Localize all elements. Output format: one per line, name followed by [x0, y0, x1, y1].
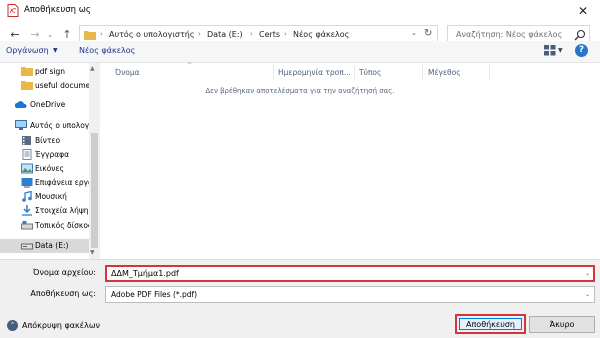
- computer-icon: [15, 120, 27, 130]
- save-type-label: Αποθήκευση ως:: [30, 289, 96, 298]
- hide-folders-label: Απόκρυψη φακέλων: [22, 321, 100, 330]
- column-header-date-modified[interactable]: Ημερομηνία τροπ...: [278, 68, 351, 77]
- sidebar-item-label: Αυτός ο υπολογι: [30, 121, 89, 130]
- empty-results-message: Δεν βρέθηκαν αποτελέσματα για την αναζήτ…: [205, 87, 395, 95]
- scroll-up-icon[interactable]: ▲: [90, 65, 95, 72]
- documents-icon: [22, 149, 32, 160]
- sidebar-scrollbar[interactable]: ▲ ▼: [89, 63, 100, 259]
- sidebar-item-pictures[interactable]: Εικόνες: [0, 162, 90, 176]
- folder-icon: [84, 31, 96, 40]
- folder-icon: [21, 81, 33, 90]
- refresh-icon[interactable]: ↻: [424, 28, 432, 39]
- filename-field[interactable]: ΔΔΜ_Τμήμα1.pdf ⌄: [105, 265, 595, 282]
- view-options-icon[interactable]: [544, 45, 556, 56]
- filename-value[interactable]: ΔΔΜ_Τμήμα1.pdf: [111, 269, 179, 278]
- sidebar-item-label: pdf sign: [35, 67, 66, 76]
- sidebar-item-this-pc[interactable]: Αυτός ο υπολογι: [0, 119, 90, 133]
- sidebar-item-label: OneDrive: [30, 100, 66, 109]
- save-button[interactable]: Αποθήκευση: [455, 314, 526, 334]
- chevron-down-icon[interactable]: ⌄: [585, 291, 590, 298]
- column-divider[interactable]: [422, 65, 423, 79]
- sidebar-item-label: Data (E:): [35, 241, 69, 250]
- sidebar-item-label: Έγγραφα: [35, 150, 70, 159]
- chevron-up-icon: ⌃: [7, 320, 18, 331]
- save-form: Όνομα αρχείου: ΔΔΜ_Τμήμα1.pdf ⌄ Αποθήκευ…: [0, 259, 600, 338]
- column-divider[interactable]: [273, 65, 274, 79]
- sidebar-item-pdf-sign[interactable]: pdf sign: [0, 65, 90, 79]
- breadcrumb-this-pc[interactable]: Αυτός ο υπολογιστής: [109, 30, 195, 39]
- column-header-name[interactable]: Όνομα: [115, 68, 140, 77]
- folder-icon: [21, 67, 33, 76]
- onedrive-icon: [15, 101, 27, 108]
- drive-icon: [21, 243, 33, 250]
- sidebar-item-label: Μουσική: [35, 192, 67, 201]
- column-divider[interactable]: [489, 65, 490, 79]
- music-icon: [22, 191, 32, 202]
- sidebar-item-label: useful documen: [35, 81, 89, 90]
- drive-icon: [21, 221, 33, 230]
- command-bar: Οργάνωση ▼ Νέος φάκελος ▼ ?: [0, 41, 600, 63]
- sidebar-item-downloads[interactable]: Στοιχεία λήψης: [0, 204, 90, 218]
- caret-down-icon[interactable]: ▼: [558, 47, 563, 54]
- save-type-select[interactable]: Adobe PDF Files (*.pdf) ⌄: [105, 286, 595, 303]
- sort-indicator-icon: ^: [187, 62, 193, 69]
- breadcrumb-separator: ›: [100, 30, 103, 38]
- breadcrumb-data-drive[interactable]: Data (E:): [207, 30, 243, 39]
- column-divider[interactable]: [354, 65, 355, 79]
- downloads-icon: [22, 205, 32, 216]
- desktop-icon: [21, 178, 33, 188]
- pictures-icon: [21, 163, 33, 174]
- sidebar-item-desktop[interactable]: Επιφάνεια εργα: [0, 176, 90, 190]
- file-list[interactable]: Όνομα ^ Ημερομηνία τροπ... Τύπος Μέγεθος…: [100, 62, 600, 259]
- caret-down-icon[interactable]: ▼: [53, 47, 58, 54]
- save-button-label: Αποθήκευση: [459, 318, 522, 330]
- title-bar: Αποθήκευση ως ✕: [0, 0, 600, 22]
- filename-label: Όνομα αρχείου:: [33, 268, 96, 277]
- sidebar-item-label: Τοπικός δίσκος: [35, 221, 89, 230]
- help-icon[interactable]: ?: [575, 44, 588, 57]
- navigation-pane: pdf sign useful documen OneDrive Αυτός ο…: [0, 63, 100, 259]
- sidebar-item-local-disk[interactable]: Τοπικός δίσκος: [0, 219, 90, 233]
- sidebar-item-music[interactable]: Μουσική: [0, 190, 90, 204]
- chevron-down-icon[interactable]: ⌄: [411, 29, 417, 37]
- window-title: Αποθήκευση ως: [24, 5, 91, 15]
- sidebar-item-videos[interactable]: Βίντεο: [0, 134, 90, 148]
- save-type-value: Adobe PDF Files (*.pdf): [111, 290, 198, 299]
- column-header-size[interactable]: Μέγεθος: [428, 68, 461, 77]
- sidebar-item-documents[interactable]: Έγγραφα: [0, 148, 90, 162]
- sidebar-item-label: Βίντεο: [35, 136, 61, 145]
- close-button[interactable]: ✕: [572, 2, 594, 20]
- cancel-button[interactable]: Άκυρο: [529, 316, 595, 333]
- sidebar-item-data-drive[interactable]: Data (E:): [0, 239, 90, 253]
- search-icon[interactable]: [574, 29, 586, 41]
- column-header-type[interactable]: Τύπος: [359, 68, 381, 77]
- scrollbar-thumb[interactable]: [91, 133, 98, 248]
- sidebar-item-label: Εικόνες: [35, 164, 64, 173]
- scroll-down-icon[interactable]: ▼: [90, 249, 95, 256]
- sidebar-item-label: Επιφάνεια εργα: [35, 178, 89, 187]
- search-placeholder: Αναζήτηση: Νέος φάκελος: [456, 30, 563, 39]
- sidebar-item-onedrive[interactable]: OneDrive: [0, 98, 90, 112]
- breadcrumb-new-folder[interactable]: Νέος φάκελος: [293, 30, 349, 39]
- sidebar-item-useful-documents[interactable]: useful documen: [0, 79, 90, 93]
- pdf-file-icon: [7, 4, 19, 17]
- breadcrumb-separator: ›: [198, 30, 201, 38]
- organize-button[interactable]: Οργάνωση: [6, 46, 49, 55]
- new-folder-button[interactable]: Νέος φάκελος: [79, 46, 135, 55]
- breadcrumb-separator: ›: [250, 30, 253, 38]
- breadcrumb-separator: ›: [284, 30, 287, 38]
- breadcrumb-certs[interactable]: Certs: [259, 30, 280, 39]
- hide-folders-button[interactable]: ⌃ Απόκρυψη φακέλων: [7, 319, 117, 333]
- videos-icon: [22, 136, 31, 145]
- chevron-down-icon[interactable]: ⌄: [585, 270, 590, 277]
- sidebar-item-label: Στοιχεία λήψης: [35, 206, 89, 215]
